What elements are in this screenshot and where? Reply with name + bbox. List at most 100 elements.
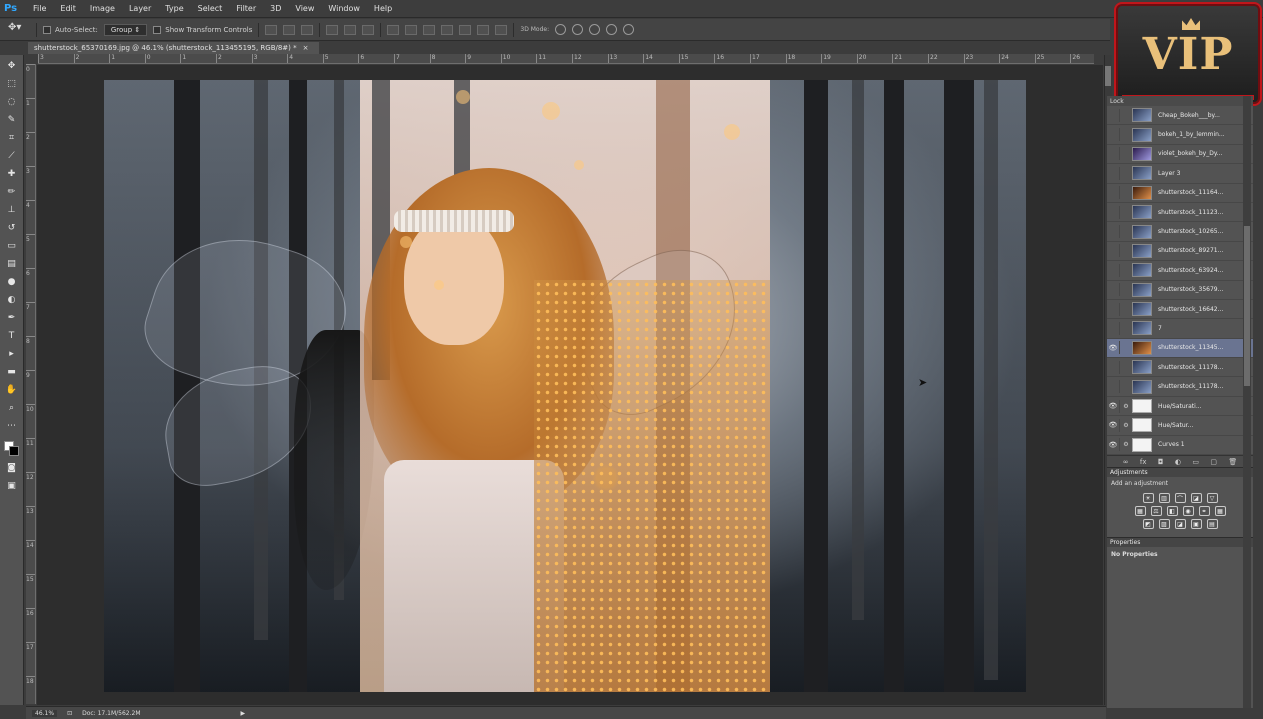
3d-pan-icon[interactable]	[589, 24, 601, 35]
show-transform-checkbox[interactable]: Show Transform Controls	[153, 25, 252, 34]
document-canvas[interactable]	[104, 80, 1026, 692]
layer-row[interactable]: 👁7	[1107, 319, 1253, 339]
adjustments-panel-title[interactable]: Adjustments	[1107, 467, 1253, 478]
layer-row[interactable]: 👁 shutterstock_63924...	[1107, 261, 1253, 281]
new-group-icon[interactable]: ▭	[1192, 458, 1199, 466]
align-vcenter-icon[interactable]	[283, 24, 296, 35]
eye-visibility-icon[interactable]: 👁	[1107, 380, 1120, 394]
path-select-tool-icon[interactable]: ▸	[5, 347, 19, 361]
distribute-hcenter-icon[interactable]	[459, 24, 472, 35]
layer-row[interactable]: 👁 bokeh_1_by_lemmin...	[1107, 125, 1253, 145]
menu-file[interactable]: File	[26, 4, 53, 13]
layer-thumbnail[interactable]	[1132, 379, 1152, 394]
color-lookup-icon[interactable]: ▦	[1214, 506, 1226, 517]
eye-visibility-icon[interactable]: 👁	[1107, 341, 1120, 355]
menu-image[interactable]: Image	[83, 4, 122, 13]
add-mask-icon[interactable]: ◘	[1158, 458, 1164, 466]
layer-thumbnail[interactable]	[1132, 185, 1152, 200]
menu-view[interactable]: View	[288, 4, 321, 13]
layer-thumbnail[interactable]	[1132, 321, 1152, 336]
layer-thumbnail[interactable]	[1132, 108, 1152, 123]
zoom-tool-icon[interactable]: ⌕	[5, 401, 19, 415]
auto-select-dropdown[interactable]: Group ⇕	[103, 23, 148, 36]
zoom-level[interactable]: 46.1%	[32, 709, 58, 717]
crop-tool-icon[interactable]: ⌗	[5, 131, 19, 145]
status-menu-arrow-icon[interactable]: ▶	[241, 710, 246, 717]
type-tool-icon[interactable]: T	[5, 329, 19, 343]
3d-scale-icon[interactable]	[623, 24, 635, 35]
quick-mask-icon[interactable]: ◙	[5, 461, 19, 475]
eye-visibility-icon[interactable]: 👁	[1107, 244, 1120, 258]
eye-visibility-icon[interactable]: 👁	[1107, 418, 1120, 432]
move-tool-preset-icon[interactable]: ✥▾	[8, 22, 30, 38]
3d-slide-icon[interactable]	[606, 24, 618, 35]
hand-tool-icon[interactable]: ✋	[5, 383, 19, 397]
vertical-ruler[interactable]: 0 1 2 3 4 5 6 7 8 9 10 11 12 13 14 15 16 17 18	[26, 64, 36, 704]
threshold-icon[interactable]: ◪	[1174, 519, 1186, 530]
layer-row[interactable]: 👁 ⚙ Hue/Saturati...	[1107, 397, 1253, 417]
layer-row[interactable]: 👁 shutterstock_11178...	[1107, 377, 1253, 397]
vibrance-icon[interactable]: ▽	[1206, 493, 1218, 504]
panel-scrollbar-thumb[interactable]	[1244, 226, 1250, 386]
layer-row[interactable]: 👁 shutterstock_11164...	[1107, 184, 1253, 203]
levels-icon[interactable]: ▥	[1158, 493, 1170, 504]
layer-thumbnail[interactable]	[1132, 205, 1152, 220]
background-color-swatch[interactable]	[8, 446, 19, 456]
color-swatches[interactable]	[3, 441, 20, 457]
delete-layer-icon[interactable]: 🗑	[1228, 458, 1237, 466]
3d-rotate-icon[interactable]	[555, 24, 567, 35]
eye-visibility-icon[interactable]: 👁	[1107, 205, 1120, 219]
layer-row[interactable]: 👁 ⚙ Hue/Satur...	[1107, 416, 1253, 436]
layer-thumbnail[interactable]	[1132, 243, 1152, 258]
pen-tool-icon[interactable]: ✒	[5, 311, 19, 325]
photo-filter-icon[interactable]: ◉	[1182, 506, 1194, 517]
horizontal-ruler[interactable]: 3 2 1 0 1 2 3 4 5 6 7 8 9 10 11 12 13 14 15 16 17 18 19 20 21 22 2…	[38, 54, 1094, 64]
distribute-top-icon[interactable]	[387, 24, 400, 35]
eye-visibility-icon[interactable]: 👁	[1107, 283, 1120, 297]
color-balance-icon[interactable]: ⚖	[1150, 506, 1162, 517]
gradient-map-icon[interactable]: ▤	[1206, 519, 1218, 530]
align-top-icon[interactable]	[265, 24, 278, 35]
layer-thumbnail[interactable]	[1132, 340, 1152, 355]
clone-stamp-tool-icon[interactable]: ⊥	[5, 203, 19, 217]
eye-visibility-icon[interactable]: 👁	[1107, 321, 1120, 335]
menu-select[interactable]: Select	[191, 4, 230, 13]
eye-visibility-icon[interactable]: 👁	[1107, 360, 1120, 374]
layer-thumbnail[interactable]	[1132, 418, 1152, 433]
layer-thumbnail[interactable]	[1132, 282, 1152, 297]
strip-handle[interactable]	[1105, 66, 1111, 86]
properties-panel-title[interactable]: Properties	[1107, 537, 1253, 548]
exposure-icon[interactable]: ◪	[1190, 493, 1202, 504]
new-layer-icon[interactable]: ▢	[1210, 458, 1217, 466]
layer-row[interactable]: 👁 shutterstock_11345...	[1107, 338, 1253, 359]
layer-thumbnail[interactable]	[1132, 302, 1152, 317]
status-icon[interactable]: ⊡	[67, 710, 72, 717]
3d-roll-icon[interactable]	[572, 24, 584, 35]
gradient-tool-icon[interactable]: ▤	[5, 257, 19, 271]
layer-row[interactable]: 👁 violet_bokeh_by_Dy...	[1107, 145, 1253, 165]
quick-select-tool-icon[interactable]: ✎	[5, 113, 19, 127]
layer-row[interactable]: 👁 shutterstock_11123...	[1107, 203, 1253, 223]
layer-thumbnail[interactable]	[1132, 437, 1152, 452]
layer-thumbnail[interactable]	[1132, 127, 1152, 142]
distribute-right-icon[interactable]	[477, 24, 490, 35]
dodge-tool-icon[interactable]: ◐	[5, 293, 19, 307]
blur-tool-icon[interactable]: ●	[5, 275, 19, 289]
posterize-icon[interactable]: ▨	[1158, 519, 1170, 530]
distribute-vcenter-icon[interactable]	[405, 24, 418, 35]
layer-thumbnail[interactable]	[1132, 263, 1152, 278]
align-left-icon[interactable]	[326, 24, 339, 35]
layer-row[interactable]: 👁 shutterstock_11178...	[1107, 358, 1253, 378]
layer-row[interactable]: 👁 Cheap_Bokeh___by...	[1107, 106, 1253, 126]
document-tab[interactable]: shutterstock_65370169.jpg @ 46.1% (shutt…	[28, 42, 319, 54]
auto-select-checkbox[interactable]: Auto-Select:	[43, 25, 98, 34]
marquee-tool-icon[interactable]: ⬚	[5, 77, 19, 91]
lasso-tool-icon[interactable]: ◌	[5, 95, 19, 109]
link-layers-icon[interactable]: ∞	[1123, 458, 1129, 466]
menu-type[interactable]: Type	[158, 4, 190, 13]
layer-row[interactable]: 👁 shutterstock_35679...	[1107, 281, 1253, 300]
layer-thumbnail[interactable]	[1132, 399, 1152, 414]
layer-thumbnail[interactable]	[1132, 360, 1152, 375]
invert-icon[interactable]: ◩	[1142, 519, 1154, 530]
black-white-icon[interactable]: ◧	[1166, 506, 1178, 517]
